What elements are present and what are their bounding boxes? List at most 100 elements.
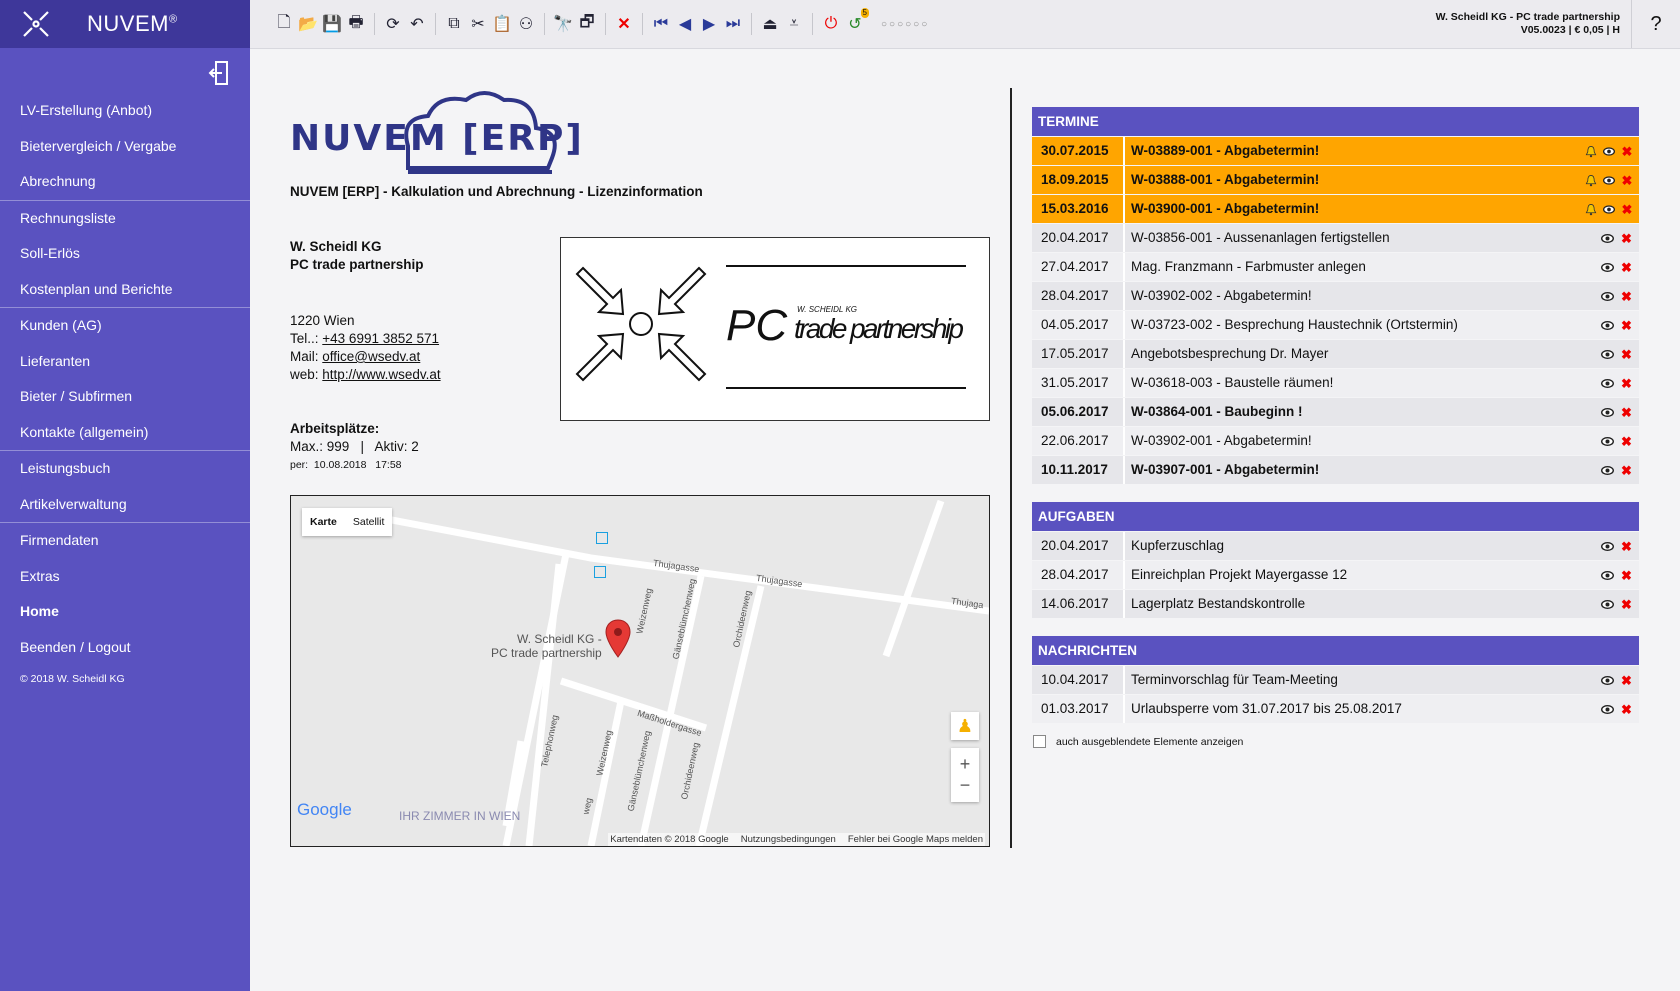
move-down-icon[interactable]: ⩡ bbox=[782, 12, 806, 36]
move-up-icon[interactable]: ⏏ bbox=[758, 12, 782, 36]
view-eye-icon[interactable] bbox=[1601, 464, 1614, 477]
view-eye-icon[interactable] bbox=[1601, 290, 1614, 303]
map-marker-icon[interactable] bbox=[605, 619, 631, 659]
nav-home[interactable]: Home bbox=[0, 594, 250, 630]
open-folder-icon[interactable]: 📂 bbox=[296, 12, 320, 36]
view-eye-icon[interactable] bbox=[1601, 232, 1614, 245]
list-item[interactable]: 28.04.2017 Einreichplan Projekt Mayergass… bbox=[1032, 561, 1639, 589]
zoom-out-icon[interactable]: − bbox=[960, 775, 971, 796]
email-link[interactable]: office@wsedv.at bbox=[322, 349, 420, 364]
save-icon[interactable]: 💾 bbox=[320, 12, 344, 36]
delete-icon[interactable]: ✖ bbox=[1620, 319, 1633, 332]
view-eye-icon[interactable] bbox=[1601, 377, 1614, 390]
list-item[interactable]: 30.07.2015 W-03889-001 - Abgabetermin! ✖ bbox=[1032, 137, 1639, 165]
list-item[interactable]: 10.11.2017 W-03907-001 - Abgabetermin! ✖ bbox=[1032, 456, 1639, 484]
nav-logout[interactable]: Beenden / Logout bbox=[0, 630, 250, 666]
map-report-link[interactable]: Fehler bei Google Maps melden bbox=[848, 834, 983, 845]
delete-icon[interactable]: ✖ bbox=[1620, 290, 1633, 303]
view-eye-icon[interactable] bbox=[1601, 348, 1614, 361]
delete-icon[interactable]: ✕ bbox=[612, 12, 636, 36]
nav-abrechnung[interactable]: Abrechnung bbox=[0, 164, 250, 200]
view-eye-icon[interactable] bbox=[1601, 261, 1614, 274]
alarm-bell-icon[interactable] bbox=[1585, 145, 1597, 158]
paste-icon[interactable]: 📋 bbox=[490, 12, 514, 36]
phone-link[interactable]: +43 6991 3852 571 bbox=[322, 331, 439, 346]
list-item[interactable]: 04.05.2017 W-03723-002 - Besprechung Haus… bbox=[1032, 311, 1639, 339]
delete-icon[interactable]: ✖ bbox=[1620, 377, 1633, 390]
next-record-icon[interactable]: ▶ bbox=[697, 12, 721, 36]
delete-icon[interactable]: ✖ bbox=[1620, 435, 1633, 448]
delete-icon[interactable]: ✖ bbox=[1620, 261, 1633, 274]
view-eye-icon[interactable] bbox=[1601, 598, 1614, 611]
view-eye-icon[interactable] bbox=[1601, 435, 1614, 448]
website-link[interactable]: http://www.wsedv.at bbox=[322, 367, 440, 382]
map-tab-karte[interactable]: Karte bbox=[302, 508, 345, 536]
help-button[interactable]: ? bbox=[1631, 0, 1680, 48]
last-record-icon[interactable]: ⏭ bbox=[721, 12, 745, 36]
show-hidden-checkbox[interactable] bbox=[1033, 735, 1046, 748]
list-item[interactable]: 01.03.2017 Urlaubsperre vom 31.07.2017 bi… bbox=[1032, 695, 1639, 723]
list-item[interactable]: 10.04.2017 Terminvorschlag für Team-Meeti… bbox=[1032, 666, 1639, 694]
nav-kontakte[interactable]: Kontakte (allgemein) bbox=[0, 415, 250, 451]
zoom-in-icon[interactable]: + bbox=[960, 754, 971, 775]
map-bus-stop-icon[interactable] bbox=[594, 566, 606, 578]
nav-soll-erloes[interactable]: Soll-Erlös bbox=[0, 236, 250, 272]
list-item[interactable]: 20.04.2017 Kupferzuschlag ✖ bbox=[1032, 532, 1639, 560]
list-item[interactable]: 18.09.2015 W-03888-001 - Abgabetermin! ✖ bbox=[1032, 166, 1639, 194]
copy-icon[interactable]: ⧉ bbox=[442, 12, 466, 36]
delete-icon[interactable]: ✖ bbox=[1620, 464, 1633, 477]
view-eye-icon[interactable] bbox=[1601, 674, 1614, 687]
nav-firmendaten[interactable]: Firmendaten bbox=[0, 523, 250, 559]
view-eye-icon[interactable] bbox=[1603, 145, 1615, 158]
alarm-bell-icon[interactable] bbox=[1585, 174, 1597, 187]
previous-record-icon[interactable]: ◀ bbox=[673, 12, 697, 36]
map-tab-satellit[interactable]: Satellit bbox=[345, 508, 393, 536]
delete-icon[interactable]: ✖ bbox=[1621, 203, 1633, 216]
print-pdf-icon[interactable]: 🖶 bbox=[344, 12, 368, 36]
delete-icon[interactable]: ✖ bbox=[1620, 703, 1633, 716]
list-item[interactable]: 20.04.2017 W-03856-001 - Aussenanlagen fe… bbox=[1032, 224, 1639, 252]
list-item[interactable]: 31.05.2017 W-03618-003 - Baustelle räumen… bbox=[1032, 369, 1639, 397]
delete-icon[interactable]: ✖ bbox=[1620, 598, 1633, 611]
nav-kunden[interactable]: Kunden (AG) bbox=[0, 308, 250, 344]
clipboard-special-icon[interactable]: ⚇ bbox=[514, 12, 538, 36]
view-eye-icon[interactable] bbox=[1601, 569, 1614, 582]
list-item[interactable]: 17.05.2017 Angebotsbesprechung Dr. Mayer ✖ bbox=[1032, 340, 1639, 368]
delete-icon[interactable]: ✖ bbox=[1620, 540, 1633, 553]
new-document-icon[interactable]: 🗋 bbox=[272, 12, 296, 36]
view-eye-icon[interactable] bbox=[1601, 703, 1614, 716]
nav-extras[interactable]: Extras bbox=[0, 559, 250, 595]
nuvem-logo-icon[interactable] bbox=[21, 9, 51, 39]
nav-lieferanten[interactable]: Lieferanten bbox=[0, 344, 250, 380]
notifications-icon[interactable]: ↺ 5 bbox=[843, 8, 869, 36]
delete-icon[interactable]: ✖ bbox=[1621, 145, 1633, 158]
delete-icon[interactable]: ✖ bbox=[1620, 406, 1633, 419]
nav-lv-erstellung[interactable]: LV-Erstellung (Anbot) bbox=[0, 93, 250, 129]
view-eye-icon[interactable] bbox=[1601, 319, 1614, 332]
nav-bietervergleich[interactable]: Bietervergleich / Vergabe bbox=[0, 129, 250, 165]
list-item[interactable]: 22.06.2017 W-03902-001 - Abgabetermin! ✖ bbox=[1032, 427, 1639, 455]
delete-icon[interactable]: ✖ bbox=[1620, 232, 1633, 245]
list-item[interactable]: 14.06.2017 Lagerplatz Bestandskontrolle ✖ bbox=[1032, 590, 1639, 618]
view-eye-icon[interactable] bbox=[1601, 406, 1614, 419]
nav-leistungsbuch[interactable]: Leistungsbuch bbox=[0, 451, 250, 487]
view-eye-icon[interactable] bbox=[1601, 540, 1614, 553]
map-streets[interactable] bbox=[291, 496, 989, 846]
list-item[interactable]: 27.04.2017 Mag. Franzmann - Farbmuster an… bbox=[1032, 253, 1639, 281]
refresh-icon[interactable]: ⟳ bbox=[381, 12, 405, 36]
street-view-pegman-icon[interactable]: ♟ bbox=[951, 712, 979, 740]
power-icon[interactable]: ⏻ bbox=[819, 12, 843, 36]
list-item[interactable]: 05.06.2017 W-03864-001 - Baubeginn ! ✖ bbox=[1032, 398, 1639, 426]
nav-rechnungsliste[interactable]: Rechnungsliste bbox=[0, 201, 250, 237]
delete-icon[interactable]: ✖ bbox=[1620, 569, 1633, 582]
list-item[interactable]: 28.04.2017 W-03902-002 - Abgabetermin! ✖ bbox=[1032, 282, 1639, 310]
search-binoculars-icon[interactable]: 🔭 bbox=[551, 12, 575, 36]
alarm-bell-icon[interactable] bbox=[1585, 203, 1597, 216]
delete-icon[interactable]: ✖ bbox=[1620, 348, 1633, 361]
delete-icon[interactable]: ✖ bbox=[1620, 674, 1633, 687]
nav-bieter[interactable]: Bieter / Subfirmen bbox=[0, 379, 250, 415]
nav-artikelverwaltung[interactable]: Artikelverwaltung bbox=[0, 487, 250, 523]
collapse-sidebar-icon[interactable] bbox=[208, 60, 230, 86]
undo-icon[interactable]: ↶ bbox=[405, 12, 429, 36]
delete-icon[interactable]: ✖ bbox=[1621, 174, 1633, 187]
